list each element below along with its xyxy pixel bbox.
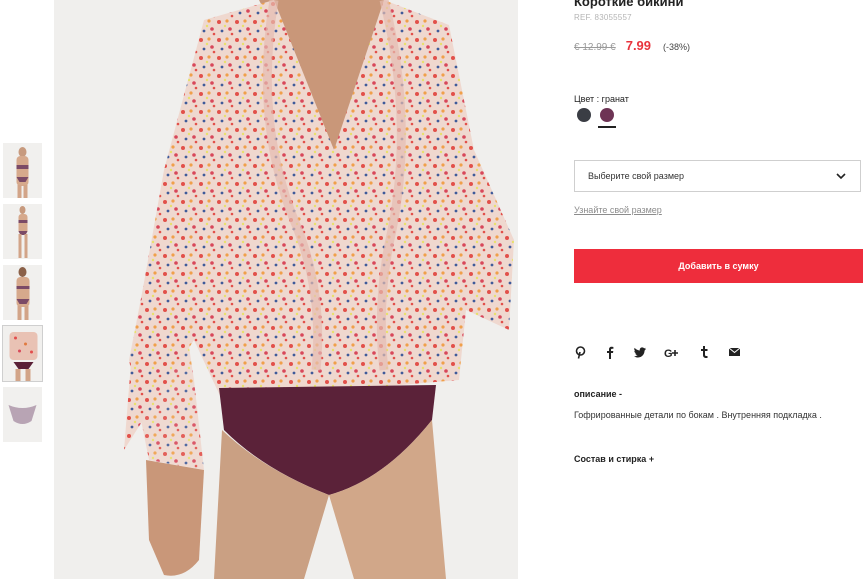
color-swatches (577, 108, 623, 128)
main-product-image (54, 0, 518, 579)
swatch-dark-grey[interactable] (577, 108, 591, 122)
description-text: Гофрированные детали по бокам . Внутренн… (574, 410, 822, 420)
thumbnail-5[interactable] (3, 387, 42, 442)
thumbnail-1[interactable] (3, 143, 42, 198)
price-row: € 12.99 € 7.99 (-38%) (574, 38, 690, 53)
size-guide-link[interactable]: Узнайте свой размер (574, 205, 662, 215)
size-select-label: Выберите свой размер (588, 171, 685, 181)
description-toggle[interactable]: описание - (574, 389, 622, 399)
thumbnail-4[interactable] (2, 325, 43, 382)
add-to-bag-button[interactable]: Добавить в сумку (574, 249, 863, 283)
thumbnail-3[interactable] (3, 265, 42, 320)
product-title: Короткие бикини (574, 0, 684, 9)
tumblr-icon[interactable] (698, 345, 710, 359)
pinterest-icon[interactable] (574, 345, 586, 359)
sale-price: 7.99 (625, 38, 652, 53)
thumbnail-2[interactable] (3, 204, 42, 259)
email-icon[interactable] (728, 345, 740, 359)
svg-text:G: G (664, 348, 673, 358)
composition-toggle[interactable]: Состав и стирка + (574, 454, 654, 464)
add-to-bag-label: Добавить в сумку (678, 261, 759, 271)
color-label: Цвет : гранат (574, 94, 629, 104)
size-select[interactable]: Выберите свой размер (574, 160, 861, 192)
facebook-icon[interactable] (604, 345, 616, 359)
google-plus-icon[interactable]: G (664, 345, 680, 359)
old-price: € 12.99 € (574, 42, 616, 53)
discount-badge: (-38%) (663, 42, 691, 52)
thumbnail-list (2, 143, 43, 448)
chevron-down-icon (836, 173, 846, 180)
twitter-icon[interactable] (634, 345, 646, 359)
swatch-garnet[interactable] (598, 108, 616, 128)
social-share: G (574, 345, 758, 359)
product-ref: REF. 83055557 (574, 13, 632, 22)
